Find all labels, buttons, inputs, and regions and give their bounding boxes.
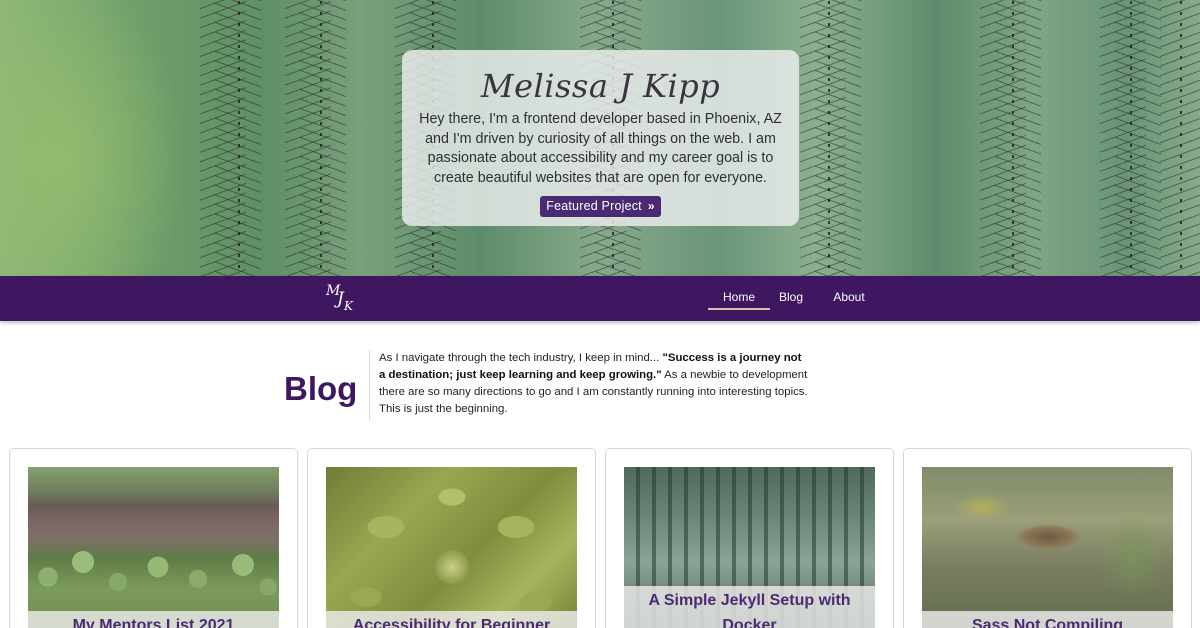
cactus-spine: [1012, 0, 1014, 276]
blog-card[interactable]: Accessibility for Beginner: [307, 448, 596, 628]
nav-item-about[interactable]: About: [826, 276, 872, 321]
nav-item-home[interactable]: Home: [708, 276, 770, 321]
blog-card[interactable]: Sass Not Compiling: [903, 448, 1192, 628]
cactus-spine: [1180, 0, 1182, 276]
card-image-cactus-garden[interactable]: My Mentors List 2021: [28, 467, 279, 628]
cactus-spine: [828, 0, 830, 276]
blog-intro-text: As I navigate through the tech industry,…: [379, 350, 809, 418]
card-title[interactable]: A Simple Jekyll Setup with Docker: [624, 586, 875, 628]
hero-banner: Melissa J Kipp Hey there, I'm a frontend…: [0, 0, 1200, 276]
hero-intro-card: Melissa J Kipp Hey there, I'm a frontend…: [402, 50, 799, 226]
featured-project-label: Featured Project: [546, 199, 642, 213]
card-title[interactable]: Sass Not Compiling: [922, 611, 1173, 628]
site-logo[interactable]: M J K: [326, 282, 358, 316]
featured-project-button[interactable]: Featured Project »: [540, 196, 661, 217]
blog-card[interactable]: A Simple Jekyll Setup with Docker: [605, 448, 894, 628]
double-chevron-right-icon: »: [647, 199, 655, 213]
logo-letter-j: J: [337, 289, 344, 309]
blog-heading: Blog: [284, 370, 358, 407]
card-image-cacti[interactable]: A Simple Jekyll Setup with Docker: [624, 467, 875, 628]
hero-name: Melissa J Kipp: [480, 67, 721, 105]
card-image-bird[interactable]: Sass Not Compiling: [922, 467, 1173, 628]
cactus-rib: [1115, 0, 1161, 276]
cactus-rib: [300, 0, 346, 276]
cactus-spine: [320, 0, 322, 276]
card-title[interactable]: My Mentors List 2021: [28, 611, 279, 628]
main-navbar: M J K Home Blog About: [0, 276, 1200, 321]
card-title[interactable]: Accessibility for Beginner: [326, 611, 577, 628]
intro-lead: As I navigate through the tech industry,…: [379, 352, 663, 364]
cactus-rib: [995, 0, 1041, 276]
intro-divider: [369, 350, 370, 420]
cactus-rib: [815, 0, 861, 276]
cactus-spine: [1130, 0, 1132, 276]
logo-letter-k: K: [344, 299, 353, 313]
hero-intro-text: Hey there, I'm a frontend developer base…: [419, 111, 782, 186]
cactus-spine: [238, 0, 240, 276]
nav-item-blog[interactable]: Blog: [772, 276, 810, 321]
blog-card[interactable]: My Mentors List 2021: [9, 448, 298, 628]
card-image-agave[interactable]: Accessibility for Beginner: [326, 467, 577, 628]
